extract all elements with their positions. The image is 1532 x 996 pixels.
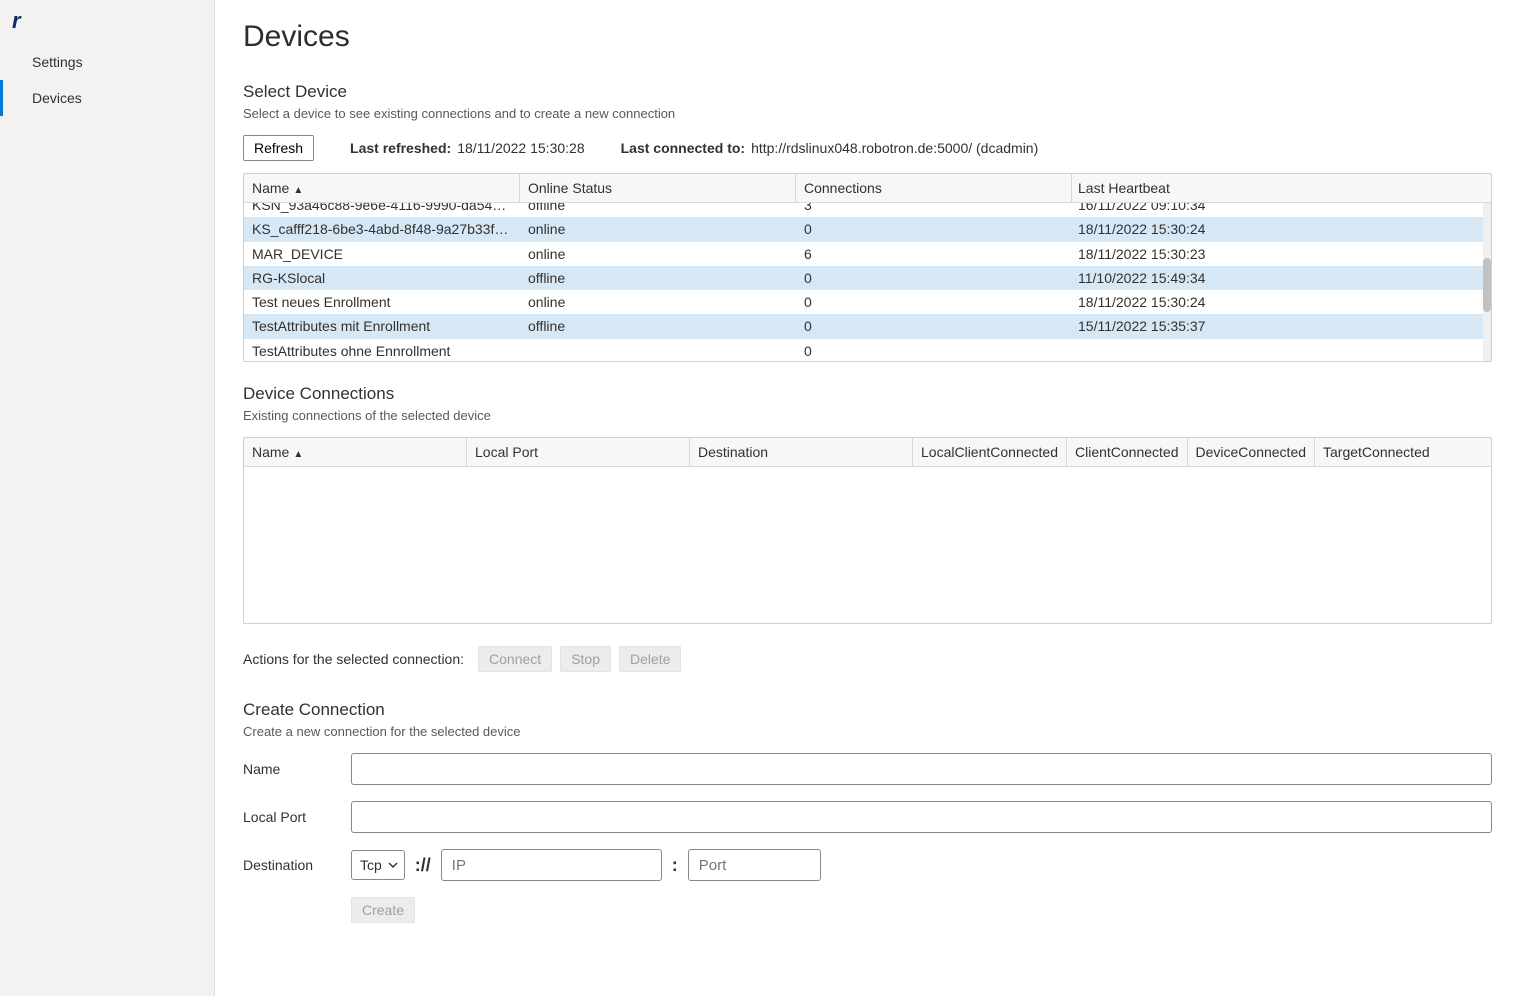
section-create-title: Create Connection [243, 700, 1492, 720]
col-header-local-port[interactable]: Local Port [467, 438, 690, 467]
table-row[interactable]: TestAttributes ohne Ennrollment 0 [244, 339, 1491, 361]
sidebar-item-settings[interactable]: Settings [0, 44, 214, 80]
section-conn-subtitle: Existing connections of the selected dev… [243, 408, 1492, 423]
table-cell: 16/11/2022 09:10:34 [1072, 203, 1491, 217]
destination-group: Tcp :// : [351, 849, 821, 881]
table-cell: online [520, 242, 796, 266]
scheme-separator: :// [413, 855, 433, 876]
port-input[interactable] [688, 849, 821, 881]
table-cell: online [520, 217, 796, 241]
sort-asc-icon: ▲ [293, 185, 303, 196]
sidebar-item-label: Settings [32, 54, 83, 70]
table-cell: TestAttributes ohne Ennrollment [244, 339, 520, 361]
last-refreshed-label: Last refreshed: [350, 140, 451, 156]
table-cell: 6 [796, 242, 1072, 266]
table-row[interactable]: RG-KSlocaloffline011/10/2022 15:49:34 [244, 266, 1491, 290]
scrollbar-thumb[interactable] [1483, 258, 1491, 312]
connections-grid-body[interactable] [244, 467, 1491, 623]
section-select-title: Select Device [243, 82, 1492, 102]
table-cell: MAR_DEVICE [244, 242, 520, 266]
table-cell: KS_cafff218-6be3-4abd-8f48-9a27b33f5fbc [244, 217, 520, 241]
table-cell: 0 [796, 217, 1072, 241]
table-cell: offline [520, 314, 796, 338]
delete-button[interactable]: Delete [619, 646, 681, 672]
table-cell: 18/11/2022 15:30:23 [1072, 242, 1491, 266]
table-cell: KSN_93a46c88-9e6e-4116-9990-da54aa93f28e [244, 203, 520, 217]
table-cell: online [520, 290, 796, 314]
table-row[interactable]: KS_cafff218-6be3-4abd-8f48-9a27b33f5fbco… [244, 217, 1491, 241]
col-header-conn-name[interactable]: Name▲ [244, 438, 467, 467]
col-header-device[interactable]: DeviceConnected [1188, 438, 1316, 467]
sort-asc-icon: ▲ [293, 449, 303, 460]
actions-label: Actions for the selected connection: [243, 651, 464, 667]
table-cell: 0 [796, 266, 1072, 290]
local-port-label: Local Port [243, 809, 351, 825]
col-header-name[interactable]: Name▲ [244, 174, 520, 203]
section-conn-title: Device Connections [243, 384, 1492, 404]
table-cell: offline [520, 203, 796, 217]
table-cell [1072, 339, 1491, 361]
table-row[interactable]: TestAttributes mit Enrollmentoffline015/… [244, 314, 1491, 338]
toolbar: Refresh Last refreshed: 18/11/2022 15:30… [243, 135, 1492, 161]
name-label: Name [243, 761, 351, 777]
app-logo: r [0, 4, 214, 44]
col-header-target[interactable]: TargetConnected [1315, 438, 1491, 467]
table-cell: Test neues Enrollment [244, 290, 520, 314]
table-cell: 0 [796, 314, 1072, 338]
col-header-client[interactable]: ClientConnected [1067, 438, 1188, 467]
devices-grid: Name▲ Online Status Connections Last Hea… [243, 173, 1492, 362]
local-port-input[interactable] [351, 801, 1492, 833]
devices-grid-body[interactable]: KSN_93a46c88-9e6e-4116-9990-da54aa93f28e… [244, 203, 1491, 361]
col-header-local-client[interactable]: LocalClientConnected [913, 438, 1067, 467]
chevron-down-icon [388, 857, 398, 873]
col-header-heartbeat[interactable]: Last Heartbeat [1072, 174, 1491, 203]
section-create-subtitle: Create a new connection for the selected… [243, 724, 1492, 739]
refresh-button[interactable]: Refresh [243, 135, 314, 161]
table-row[interactable]: MAR_DEVICEonline618/11/2022 15:30:23 [244, 242, 1491, 266]
connections-grid-header: Name▲ Local Port Destination LocalClient… [244, 438, 1491, 467]
col-header-connections[interactable]: Connections [796, 174, 1072, 203]
table-cell: RG-KSlocal [244, 266, 520, 290]
last-connected: Last connected to: http://rdslinux048.ro… [621, 140, 1039, 156]
last-refreshed: Last refreshed: 18/11/2022 15:30:28 [350, 140, 585, 156]
table-cell [520, 339, 796, 361]
colon-separator: : [670, 855, 680, 876]
last-connected-value: http://rdslinux048.robotron.de:5000/ (dc… [751, 140, 1038, 156]
connect-button[interactable]: Connect [478, 646, 552, 672]
table-cell: offline [520, 266, 796, 290]
create-connection-form: Name Local Port Destination Tcp :// : [243, 753, 1492, 923]
table-row[interactable]: KSN_93a46c88-9e6e-4116-9990-da54aa93f28e… [244, 203, 1491, 217]
connections-grid: Name▲ Local Port Destination LocalClient… [243, 437, 1492, 624]
page-title: Devices [243, 20, 1492, 54]
destination-label: Destination [243, 857, 351, 873]
table-cell: 11/10/2022 15:49:34 [1072, 266, 1491, 290]
table-row[interactable]: Test neues Enrollmentonline018/11/2022 1… [244, 290, 1491, 314]
last-connected-label: Last connected to: [621, 140, 745, 156]
sidebar-item-devices[interactable]: Devices [0, 80, 214, 116]
create-button[interactable]: Create [351, 897, 415, 923]
table-cell: 3 [796, 203, 1072, 217]
table-cell: 15/11/2022 15:35:37 [1072, 314, 1491, 338]
scrollbar-track[interactable] [1483, 203, 1491, 361]
sidebar-item-label: Devices [32, 90, 82, 106]
devices-grid-header: Name▲ Online Status Connections Last Hea… [244, 174, 1491, 203]
protocol-value: Tcp [360, 857, 382, 873]
section-select-subtitle: Select a device to see existing connecti… [243, 106, 1492, 121]
ip-input[interactable] [441, 849, 662, 881]
name-input[interactable] [351, 753, 1492, 785]
connection-actions: Actions for the selected connection: Con… [243, 646, 1492, 672]
table-cell: 18/11/2022 15:30:24 [1072, 290, 1491, 314]
table-cell: 0 [796, 339, 1072, 361]
table-cell: 0 [796, 290, 1072, 314]
protocol-select[interactable]: Tcp [351, 850, 405, 880]
table-cell: TestAttributes mit Enrollment [244, 314, 520, 338]
stop-button[interactable]: Stop [560, 646, 611, 672]
main-content: Devices Select Device Select a device to… [215, 0, 1532, 996]
sidebar: r Settings Devices [0, 0, 215, 996]
col-header-destination[interactable]: Destination [690, 438, 913, 467]
table-cell: 18/11/2022 15:30:24 [1072, 217, 1491, 241]
col-header-status[interactable]: Online Status [520, 174, 796, 203]
last-refreshed-value: 18/11/2022 15:30:28 [457, 140, 584, 156]
